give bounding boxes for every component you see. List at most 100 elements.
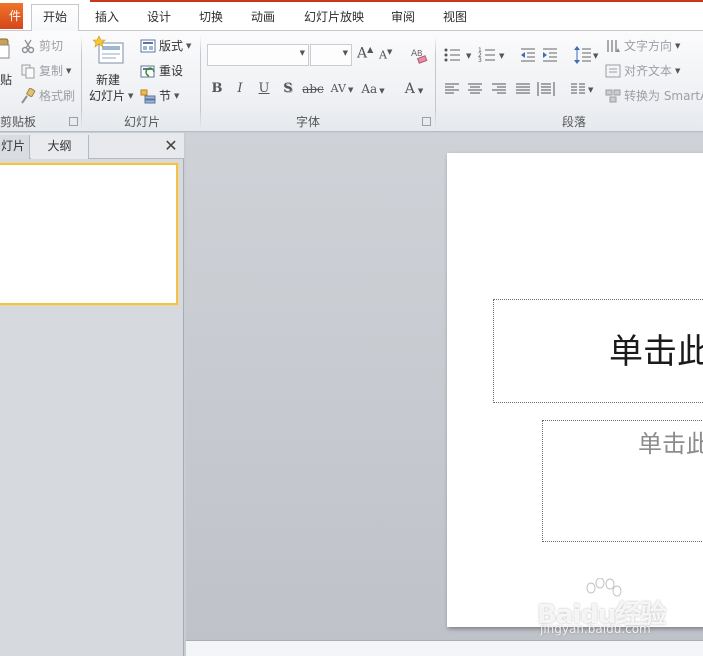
tab-design[interactable]: 设计 bbox=[137, 6, 181, 30]
tab-animations[interactable]: 动画 bbox=[241, 6, 285, 30]
line-spacing-button[interactable]: ▼ bbox=[573, 45, 601, 65]
chevron-down-icon: ▼ bbox=[128, 92, 134, 100]
tab-insert[interactable]: 插入 bbox=[85, 6, 129, 30]
copy-icon bbox=[20, 63, 36, 79]
font-group-label: 字体 bbox=[295, 115, 320, 129]
smartart-icon bbox=[605, 88, 621, 104]
font-size-combobox[interactable]: ▼ bbox=[310, 44, 352, 66]
format-painter-button[interactable]: 格式刷 bbox=[20, 86, 75, 106]
tab-slideshow[interactable]: 幻灯片放映 bbox=[294, 6, 374, 30]
shrink-font-label: A bbox=[379, 48, 387, 62]
font-name-combobox[interactable]: ▼ bbox=[207, 44, 309, 66]
underline-button[interactable]: U bbox=[253, 78, 275, 100]
align-text-icon bbox=[605, 63, 621, 79]
line-spacing-icon: ▼ bbox=[574, 46, 599, 64]
chevron-down-icon: ▼ bbox=[186, 42, 192, 50]
text-direction-label: 文字方向 bbox=[624, 39, 673, 53]
slide-canvas[interactable]: 单击此 单击此 bbox=[447, 153, 703, 627]
section-button[interactable]: 节 ▼ bbox=[140, 86, 179, 106]
chevron-down-icon[interactable]: ▼ bbox=[343, 49, 348, 57]
clipboard-dialog-launcher[interactable] bbox=[69, 117, 78, 126]
reset-label: 重设 bbox=[159, 64, 184, 78]
scissors-icon bbox=[20, 38, 36, 54]
ribbon-tab-bar: 件 开始 插入 设计 切换 动画 幻灯片放映 审阅 视图 bbox=[0, 0, 703, 32]
font-color-button[interactable]: A ▼ bbox=[399, 78, 429, 100]
clear-formatting-icon[interactable]: AB bbox=[409, 45, 429, 65]
notes-pane[interactable] bbox=[186, 640, 703, 656]
chevron-down-icon: ▼ bbox=[66, 67, 72, 75]
shadow-button[interactable]: S bbox=[277, 78, 299, 100]
columns-button[interactable]: ▼ bbox=[569, 80, 597, 98]
new-slide-label-line2: 幻灯片 bbox=[89, 89, 126, 103]
decrease-indent-icon[interactable] bbox=[519, 45, 539, 65]
close-pane-button[interactable]: ✕ bbox=[163, 137, 179, 155]
slides-group-label: 幻灯片 bbox=[123, 115, 160, 129]
tab-view[interactable]: 视图 bbox=[434, 6, 476, 30]
slides-outline-pane: 灯片 大纲 ✕ bbox=[0, 133, 184, 656]
align-left-icon[interactable] bbox=[443, 80, 461, 98]
chevron-down-icon: ▼ bbox=[675, 67, 681, 75]
format-painter-label: 格式刷 bbox=[39, 89, 76, 103]
numbering-icon: 123▼ bbox=[478, 47, 505, 64]
cut-button[interactable]: 剪切 bbox=[20, 36, 63, 56]
tab-outline[interactable]: 大纲 bbox=[31, 135, 89, 159]
chevron-down-icon: ▼ bbox=[417, 87, 424, 95]
character-spacing-button[interactable]: AV ▼ bbox=[328, 78, 356, 100]
new-slide-icon[interactable] bbox=[92, 35, 127, 69]
title-placeholder[interactable]: 单击此 bbox=[493, 299, 703, 403]
bullets-button[interactable]: ▼ bbox=[442, 45, 478, 65]
chevron-down-icon: ▼ bbox=[174, 92, 180, 100]
chevron-down-icon[interactable]: ▼ bbox=[300, 49, 305, 57]
shrink-font-button[interactable]: A▼ bbox=[379, 48, 392, 62]
group-divider bbox=[435, 35, 436, 129]
subtitle-placeholder[interactable]: 单击此 bbox=[542, 420, 703, 542]
watermark-url: jingyan.baidu.com bbox=[540, 622, 651, 636]
svg-text:▼: ▼ bbox=[588, 86, 594, 94]
title-placeholder-text: 单击此 bbox=[609, 332, 703, 372]
numbering-button[interactable]: 1 2 3 ▼ bbox=[477, 45, 513, 65]
svg-text:▼: ▼ bbox=[466, 52, 472, 60]
tab-home[interactable]: 开始 bbox=[31, 4, 79, 32]
tab-file[interactable]: 件 bbox=[0, 3, 23, 29]
change-case-button[interactable]: Aa ▼ bbox=[359, 78, 387, 100]
bold-button[interactable]: B bbox=[206, 78, 228, 100]
slide-thumbnail-1[interactable] bbox=[0, 163, 178, 305]
font-dialog-launcher[interactable] bbox=[422, 117, 431, 126]
tab-slides[interactable]: 灯片 bbox=[0, 135, 30, 159]
group-divider bbox=[81, 35, 82, 129]
bullets-icon: ▼ bbox=[444, 48, 472, 62]
align-text-label: 对齐文本 bbox=[624, 64, 673, 78]
subtitle-placeholder-text: 单击此 bbox=[638, 430, 703, 458]
reset-button[interactable]: 重设 bbox=[140, 61, 183, 81]
layout-button[interactable]: 版式 ▼ bbox=[140, 36, 191, 56]
justify-icon[interactable] bbox=[514, 80, 532, 98]
strikethrough-button[interactable]: abc bbox=[300, 78, 326, 100]
tab-review[interactable]: 审阅 bbox=[382, 6, 424, 30]
reset-icon bbox=[140, 63, 156, 79]
convert-smartart-button[interactable]: 转换为 SmartA bbox=[605, 86, 703, 106]
convert-smartart-label: 转换为 SmartA bbox=[624, 89, 703, 103]
distributed-align-icon[interactable] bbox=[537, 80, 555, 98]
paste-button-label[interactable]: 贴 bbox=[0, 71, 12, 88]
slide-editor-area: 单击此 单击此 bbox=[186, 133, 703, 640]
grow-font-button[interactable]: A▲ bbox=[357, 45, 373, 62]
align-text-button[interactable]: 对齐文本 ▼ bbox=[605, 61, 680, 81]
copy-button[interactable]: 复制 ▼ bbox=[20, 61, 71, 81]
tab-transitions[interactable]: 切换 bbox=[189, 6, 233, 30]
format-painter-icon bbox=[20, 87, 36, 104]
cut-label: 剪切 bbox=[39, 39, 64, 53]
copy-label: 复制 bbox=[39, 64, 64, 78]
group-divider bbox=[200, 35, 201, 129]
align-center-icon[interactable] bbox=[466, 80, 484, 98]
italic-button[interactable]: I bbox=[229, 78, 251, 100]
chevron-down-icon: ▼ bbox=[347, 86, 354, 94]
new-slide-dropdown[interactable]: 幻灯片 ▼ bbox=[89, 86, 133, 106]
text-direction-button[interactable]: 文字方向 ▼ bbox=[605, 36, 680, 56]
align-right-icon[interactable] bbox=[490, 80, 508, 98]
font-color-label: A bbox=[404, 81, 415, 97]
increase-indent-icon[interactable] bbox=[541, 45, 561, 65]
paragraph-group-label: 段落 bbox=[561, 115, 586, 129]
paste-icon[interactable] bbox=[0, 37, 10, 59]
chevron-down-icon: ▼ bbox=[379, 87, 385, 95]
pane-tabs: 灯片 大纲 ✕ bbox=[0, 133, 184, 159]
